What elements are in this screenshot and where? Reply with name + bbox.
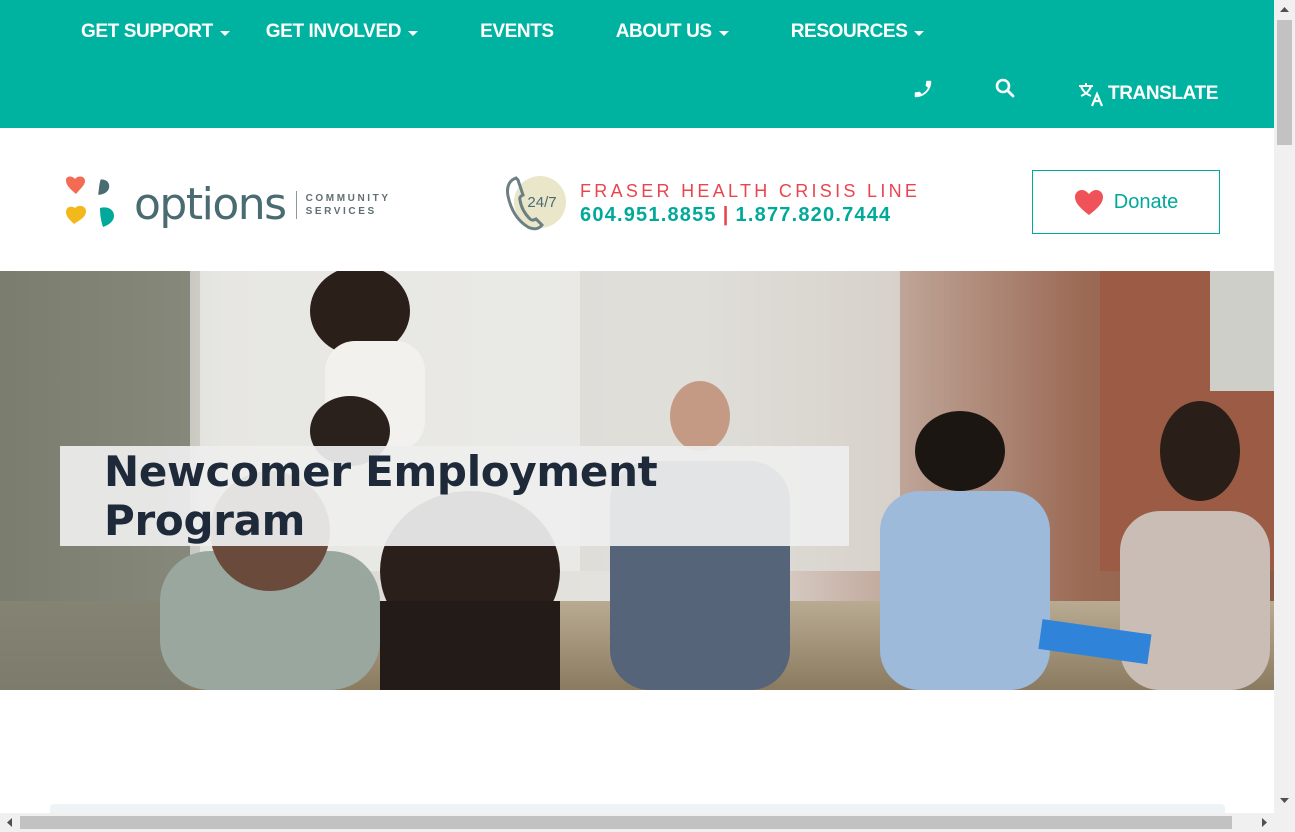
scroll-left-arrow-icon[interactable] [2, 813, 18, 832]
scrollbar-corner [1274, 813, 1295, 832]
translate-button[interactable]: TRANSLATE [1077, 80, 1218, 108]
phone-24-7-icon: 24/7 [506, 176, 566, 231]
search-button[interactable] [995, 78, 1015, 98]
crisis-phone-local[interactable]: 604.951.8855 [580, 204, 717, 226]
menu-label: GET SUPPORT [81, 21, 213, 42]
logo-subtitle-line2: SERVICES [305, 206, 377, 217]
donate-label: Donate [1113, 190, 1179, 213]
crisis-line: 24/7 FRASER HEALTH CRISIS LINE 604.951.8… [502, 172, 920, 236]
scroll-down-arrow-icon[interactable] [1274, 793, 1295, 809]
phone-button[interactable] [912, 78, 934, 100]
caret-down-icon [219, 30, 230, 36]
logo-divider [295, 191, 297, 219]
donate-button[interactable]: Donate [1032, 170, 1220, 234]
logo-mark-icon [66, 176, 114, 227]
phone-separator: | [722, 204, 730, 226]
caret-down-icon [718, 30, 729, 36]
site-logo[interactable]: options COMMUNITY SERVICES [62, 174, 391, 236]
menu-label: GET INVOLVED [265, 21, 402, 42]
translate-label: TRANSLATE [1108, 83, 1219, 104]
main-menu: GET SUPPORT GET INVOLVED EVENTS ABOUT US… [81, 18, 925, 46]
menu-resources[interactable]: RESOURCES [791, 18, 925, 46]
caret-down-icon [408, 30, 419, 36]
crisis-title: FRASER HEALTH CRISIS LINE [580, 181, 921, 201]
crisis-phones: 604.951.8855 | 1.877.820.7444 [580, 202, 920, 228]
scroll-right-arrow-icon[interactable] [1256, 813, 1272, 832]
menu-events[interactable]: EVENTS [480, 18, 554, 46]
vertical-scrollbar-thumb[interactable] [1277, 20, 1292, 145]
caret-down-icon [914, 30, 925, 36]
hero-title-box: Newcomer Employment Program [60, 446, 849, 546]
menu-label: EVENTS [480, 21, 554, 42]
menu-get-support[interactable]: GET SUPPORT [81, 18, 230, 46]
scroll-up-arrow-icon[interactable] [1274, 2, 1295, 18]
phone-icon [914, 80, 932, 98]
menu-about-us[interactable]: ABOUT US [616, 18, 729, 46]
crisis-text: FRASER HEALTH CRISIS LINE 604.951.8855 | 1… [580, 180, 920, 228]
search-icon [995, 78, 1015, 98]
menu-get-involved[interactable]: GET INVOLVED [265, 18, 419, 46]
translate-icon [1079, 83, 1104, 107]
logo-subtitle: COMMUNITY SERVICES [306, 192, 391, 218]
horizontal-scrollbar-thumb[interactable] [20, 816, 1232, 829]
hero-banner: Newcomer Employment Program [0, 271, 1274, 690]
logo-subtitle-line1: COMMUNITY [305, 193, 391, 204]
menu-label: RESOURCES [790, 21, 908, 42]
top-navigation: GET SUPPORT GET INVOLVED EVENTS ABOUT US… [0, 0, 1274, 128]
crisis-phone-tollfree[interactable]: 1.877.820.7444 [736, 204, 892, 226]
heart-icon [1074, 189, 1103, 215]
horizontal-scrollbar[interactable] [0, 813, 1274, 832]
page-title: Newcomer Employment Program [104, 447, 658, 545]
logo-wordmark: options [134, 179, 287, 230]
site-header: options COMMUNITY SERVICES 24/7 FRASER H… [0, 128, 1274, 271]
crisis-badge: 24/7 [527, 194, 556, 211]
menu-label: ABOUT US [615, 21, 712, 42]
vertical-scrollbar[interactable] [1274, 0, 1295, 813]
